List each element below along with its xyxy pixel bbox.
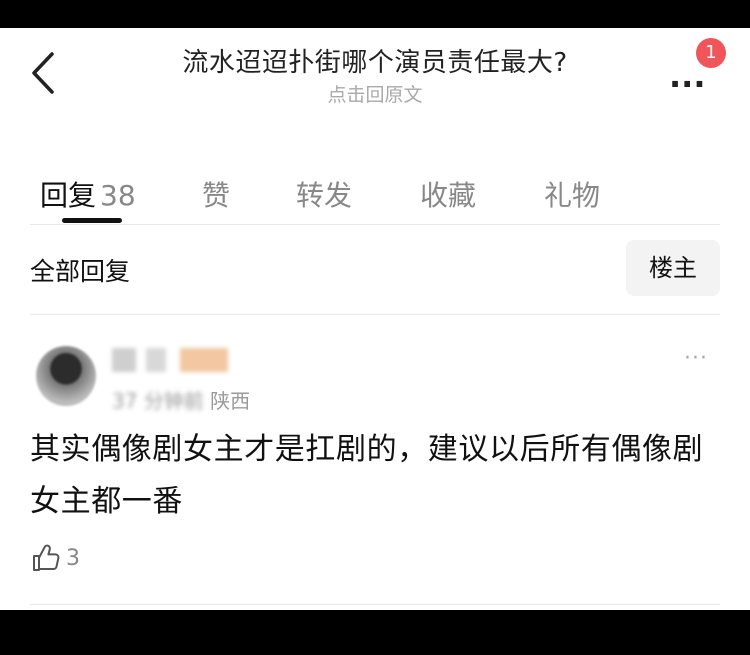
tab-replies[interactable]: 回复 38 <box>40 174 136 214</box>
tab-bar: 回复 38 赞 转发 收藏 礼物 <box>0 138 750 228</box>
comment-text: 其实偶像剧女主才是扛剧的，建议以后所有偶像剧女主都一番 <box>30 432 704 519</box>
tab-likes[interactable]: 赞 <box>202 174 230 214</box>
username-blurred-2 <box>146 348 166 372</box>
thumbs-up-icon <box>33 544 60 571</box>
comment-screen: 流水迢迢扑街哪个演员责任最大? 点击回原文 ··· 1 回复 38 赞 转发 收藏… <box>0 28 750 610</box>
user-level-badge <box>180 348 228 372</box>
header: 流水迢迢扑街哪个演员责任最大? 点击回原文 ··· 1 <box>0 28 750 138</box>
more-icon: ··· <box>669 65 706 103</box>
tab-replies-count: 38 <box>100 179 136 212</box>
page-title: 流水迢迢扑街哪个演员责任最大? <box>182 48 568 78</box>
like-button[interactable]: 3 <box>30 538 80 578</box>
more-options-button[interactable]: ··· 1 <box>664 38 726 103</box>
avatar[interactable] <box>36 346 96 406</box>
active-tab-indicator <box>62 218 122 223</box>
comment-divider <box>30 604 720 605</box>
back-to-original-link[interactable]: 点击回原文 <box>0 80 750 107</box>
comment-meta: 37 分钟前 陕西 <box>112 385 250 414</box>
username-blurred[interactable] <box>112 348 136 372</box>
comment-time-suffix: 分钟前 <box>143 389 204 413</box>
like-count: 3 <box>66 545 80 571</box>
comment-location: 陕西 <box>210 389 251 413</box>
tab-favorites[interactable]: 收藏 <box>420 174 476 214</box>
tabs-divider <box>30 224 720 225</box>
tab-reposts[interactable]: 转发 <box>296 174 352 214</box>
comment-time-fragment: 37 <box>112 389 138 413</box>
tab-gifts[interactable]: 礼物 <box>544 174 600 214</box>
author-only-button[interactable]: 楼主 <box>626 240 720 296</box>
all-replies-label: 全部回复 <box>30 257 131 286</box>
comment-more-icon[interactable]: ··· <box>684 346 708 371</box>
tab-replies-label: 回复 <box>40 179 97 212</box>
notification-badge: 1 <box>696 38 726 68</box>
filter-divider <box>30 314 720 315</box>
